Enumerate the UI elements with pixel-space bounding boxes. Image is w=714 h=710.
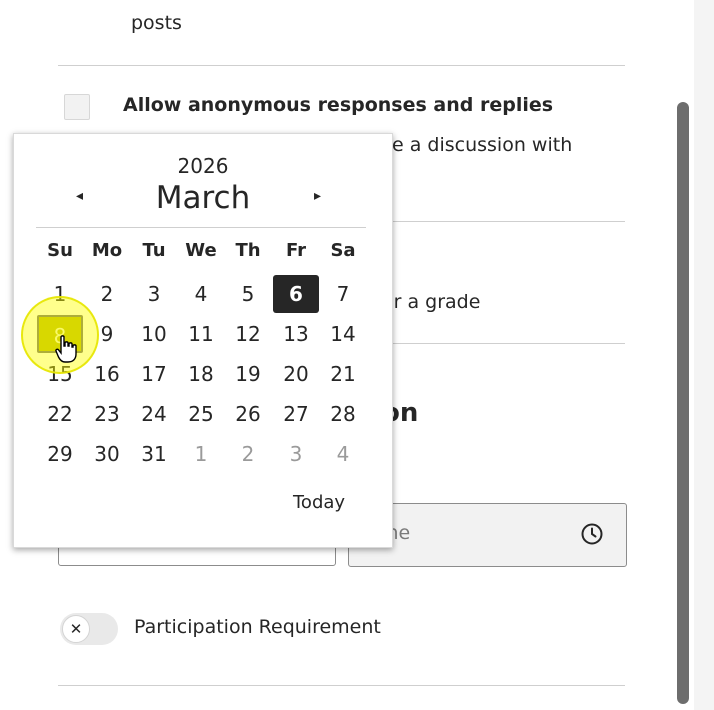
anonymous-option-description: e a discussion with <box>392 134 573 156</box>
divider <box>58 685 625 686</box>
calendar-divider <box>36 227 366 228</box>
posts-text: posts <box>131 12 182 34</box>
calendar-day[interactable]: 3 <box>273 435 319 473</box>
calendar-day[interactable]: 10 <box>131 315 177 353</box>
calendar-day[interactable]: 31 <box>131 435 177 473</box>
weekday-header: Fr <box>285 240 307 261</box>
calendar-day[interactable]: 23 <box>84 395 130 433</box>
next-month-icon[interactable]: ▸ <box>314 188 321 204</box>
calendar-day[interactable]: 2 <box>225 435 271 473</box>
calendar-day[interactable]: 27 <box>273 395 319 433</box>
anonymous-checkbox[interactable] <box>64 94 90 120</box>
panel-edge <box>694 0 714 710</box>
weekday-header: Su <box>47 240 73 261</box>
calendar-day[interactable]: 1 <box>37 275 83 313</box>
weekday-header: We <box>185 240 217 261</box>
x-icon[interactable]: ✕ <box>62 615 90 643</box>
calendar-day[interactable]: 9 <box>84 315 130 353</box>
calendar-day[interactable]: 29 <box>37 435 83 473</box>
calendar-day[interactable]: 6 <box>273 275 319 313</box>
calendar-day[interactable]: 1 <box>178 435 224 473</box>
calendar-day[interactable]: 18 <box>178 355 224 393</box>
calendar-day[interactable]: 26 <box>225 395 271 433</box>
divider <box>58 65 625 66</box>
calendar-day[interactable]: 25 <box>178 395 224 433</box>
weekday-header: Mo <box>91 240 123 261</box>
date-picker-popup: 2026 ◂ March ▸ Su Mo Tu We Th Fr Sa 1234567891… <box>13 133 393 548</box>
anonymous-option-title: Allow anonymous responses and replies <box>123 94 554 116</box>
calendar-day[interactable]: 5 <box>225 275 271 313</box>
today-button[interactable]: Today <box>293 492 345 513</box>
calendar-day[interactable]: 4 <box>320 435 366 473</box>
clock-icon[interactable] <box>580 522 604 546</box>
calendar-day[interactable]: 30 <box>84 435 130 473</box>
calendar-day[interactable]: 19 <box>225 355 271 393</box>
calendar-day[interactable]: 2 <box>84 275 130 313</box>
calendar-day[interactable]: 8 <box>37 315 83 353</box>
weekday-header: Tu <box>142 240 166 261</box>
calendar-day[interactable]: 13 <box>273 315 319 353</box>
calendar-day[interactable]: 14 <box>320 315 366 353</box>
weekday-header: Sa <box>330 240 356 261</box>
calendar-day[interactable]: 28 <box>320 395 366 433</box>
participation-label: Participation Requirement <box>134 616 381 638</box>
calendar-day[interactable]: 17 <box>131 355 177 393</box>
calendar-month: March <box>155 180 251 216</box>
calendar-day[interactable]: 11 <box>178 315 224 353</box>
calendar-day[interactable]: 16 <box>84 355 130 393</box>
calendar-day[interactable]: 24 <box>131 395 177 433</box>
calendar-day[interactable]: 22 <box>37 395 83 433</box>
grade-option-text: or a grade <box>382 291 481 313</box>
calendar-day[interactable]: 21 <box>320 355 366 393</box>
calendar-day[interactable]: 15 <box>37 355 83 393</box>
calendar-day[interactable]: 4 <box>178 275 224 313</box>
weekday-header: Th <box>235 240 261 261</box>
calendar-day[interactable]: 12 <box>225 315 271 353</box>
calendar-year: 2026 <box>177 154 229 178</box>
scrollbar-thumb[interactable] <box>677 102 689 704</box>
calendar-day[interactable]: 7 <box>320 275 366 313</box>
calendar-day[interactable]: 3 <box>131 275 177 313</box>
calendar-day[interactable]: 20 <box>273 355 319 393</box>
